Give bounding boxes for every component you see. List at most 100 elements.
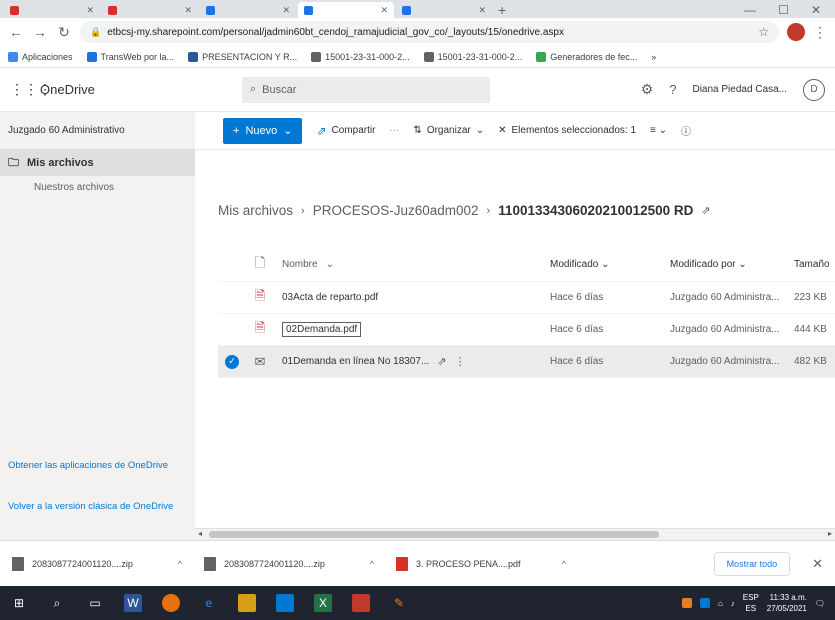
new-tab-icon[interactable]: + <box>498 2 506 18</box>
download-item[interactable]: 3. PROCESO PENA....pdf ^ <box>396 556 566 571</box>
browser-tab-active[interactable]: ✕ <box>298 2 394 18</box>
share-folder-icon[interactable]: ⇗ <box>701 204 710 217</box>
profile-avatar[interactable] <box>787 23 805 41</box>
language-indicator[interactable]: ESP ES <box>743 592 759 614</box>
bookmark-item[interactable]: 15001-23-31-000-2... <box>311 51 410 62</box>
close-window-icon[interactable]: ✕ <box>811 3 821 17</box>
breadcrumb-root[interactable]: Mis archivos <box>218 203 293 218</box>
tray-app-icon[interactable] <box>681 598 692 608</box>
back-icon[interactable]: ← <box>8 24 24 40</box>
browser-tab[interactable]: ✕ <box>102 2 198 18</box>
nav-item-my-files[interactable]: 🗀 Mis archivos <box>0 150 195 176</box>
search-input[interactable]: ⌕ Buscar <box>242 76 490 103</box>
app-launcher-icon[interactable]: ⋮⋮⋮ <box>10 81 52 98</box>
chrome-icon[interactable] <box>162 594 180 612</box>
file-name-cell[interactable]: 02Demanda.pdf <box>274 322 544 337</box>
view-options-icon[interactable]: ≡ ⌄ <box>650 125 667 136</box>
avatar[interactable]: D <box>803 78 825 101</box>
settings-gear-icon[interactable]: ⚙ <box>641 81 654 98</box>
file-name[interactable]: 01Demanda en línea No 18307... <box>282 356 429 367</box>
scroll-right-icon[interactable]: ▸ <box>828 529 832 538</box>
tab-close-icon[interactable]: ✕ <box>380 5 388 16</box>
get-apps-link[interactable]: Obtener las aplicaciones de OneDrive <box>8 459 188 472</box>
store-icon[interactable] <box>276 594 294 612</box>
tray-app-icon[interactable] <box>699 598 710 608</box>
close-downloads-icon[interactable]: ✕ <box>812 556 823 572</box>
bookmarks-overflow-icon[interactable]: » <box>651 52 656 62</box>
chevron-up-icon[interactable]: ^ <box>178 559 182 569</box>
task-view-icon[interactable]: ▭ <box>86 594 104 612</box>
plus-icon: + <box>233 124 240 137</box>
reload-icon[interactable]: ↻ <box>56 24 72 41</box>
bookmark-favicon-icon <box>86 51 97 62</box>
rename-input[interactable]: 02Demanda.pdf <box>282 322 362 337</box>
file-name-cell[interactable]: 01Demanda en línea No 18307... ⇗ ⋮ <box>274 355 544 368</box>
column-header-modified-by[interactable]: Modificado por ⌄ <box>664 259 788 270</box>
table-row-selected[interactable]: ✓ ✉ 01Demanda en línea No 18307... ⇗ ⋮ H… <box>218 346 835 378</box>
more-commands-icon[interactable]: ··· <box>389 125 399 136</box>
browser-tab[interactable]: ✕ <box>200 2 296 18</box>
clock[interactable]: 11:33 a.m. 27/05/2021 <box>767 592 807 614</box>
file-name[interactable]: 03Acta de reparto.pdf <box>282 292 378 303</box>
browser-menu-icon[interactable]: ⋮ <box>813 24 827 41</box>
file-name-cell[interactable]: 03Acta de reparto.pdf <box>274 292 544 303</box>
download-item[interactable]: 2083087724001120....zip ^ <box>204 556 374 571</box>
table-row[interactable]: 🗎 03Acta de reparto.pdf Hace 6 días Juzg… <box>218 282 835 314</box>
row-more-icon[interactable]: ⋮ <box>455 355 466 368</box>
help-icon[interactable]: ? <box>669 82 676 97</box>
scroll-left-icon[interactable]: ◂ <box>198 529 202 538</box>
search-icon[interactable]: ⌕ <box>48 594 66 612</box>
share-row-icon[interactable]: ⇗ <box>437 355 446 368</box>
notifications-icon[interactable]: 🗨 <box>815 599 825 608</box>
excel-icon[interactable]: X <box>314 594 332 612</box>
tab-close-icon[interactable]: ✕ <box>282 5 290 16</box>
edge-icon[interactable]: e <box>200 594 218 612</box>
download-item[interactable]: 2083087724001120....zip ^ <box>12 556 182 571</box>
breadcrumb-folder[interactable]: PROCESOS-Juz60adm002 <box>313 203 479 218</box>
volume-icon[interactable]: ♪ <box>731 599 735 608</box>
file-explorer-icon[interactable] <box>238 594 256 612</box>
word-taskbar-icon[interactable]: W <box>124 594 142 612</box>
column-header-size[interactable]: Tamaño <box>788 259 834 270</box>
app-icon[interactable] <box>352 594 370 612</box>
info-icon[interactable]: ⓘ <box>681 123 691 138</box>
user-name[interactable]: Diana Piedad Casa... <box>692 84 787 95</box>
horizontal-scrollbar[interactable]: ◂ ▸ <box>195 528 835 540</box>
bookmark-star-icon[interactable]: ☆ <box>758 25 769 39</box>
tab-close-icon[interactable]: ✕ <box>478 5 486 16</box>
clear-selection-button[interactable]: ✕ Elementos seleccionados: 1 <box>498 125 636 136</box>
browser-tab[interactable]: ✕ <box>4 2 100 18</box>
classic-version-link[interactable]: Volver a la versión clásica de OneDrive <box>8 500 188 513</box>
forward-icon[interactable]: → <box>32 24 48 40</box>
bookmark-item[interactable]: 15001-23-31-000-2... <box>423 51 522 62</box>
show-all-button[interactable]: Mostrar todo <box>713 551 791 576</box>
file-type-header-icon[interactable]: 🗋 <box>246 254 274 276</box>
chevron-down-icon: ⌄ <box>325 259 334 270</box>
bookmark-item[interactable]: PRESENTACION Y R... <box>188 51 297 62</box>
table-row[interactable]: 🗎 02Demanda.pdf Hace 6 días Juzgado 60 A… <box>218 314 835 346</box>
feather-app-icon[interactable]: ✎ <box>390 594 408 612</box>
tab-close-icon[interactable]: ✕ <box>86 5 94 16</box>
address-bar[interactable]: 🔒 etbcsj-my.sharepoint.com/personal/jadm… <box>80 21 779 43</box>
close-icon: ✕ <box>498 125 507 136</box>
chevron-up-icon[interactable]: ^ <box>370 559 374 569</box>
bookmark-item[interactable]: Aplicaciones <box>8 51 73 62</box>
nav-item-our-files[interactable]: Nuestros archivos <box>0 176 195 198</box>
bookmark-item[interactable]: TransWeb por la... <box>86 51 174 62</box>
chevron-up-icon[interactable]: ^ <box>562 559 566 569</box>
new-button[interactable]: + Nuevo ⌄ <box>223 117 303 144</box>
organize-button[interactable]: ⇅ Organizar ⌄ <box>413 125 484 136</box>
bookmark-item[interactable]: Generadores de fec... <box>536 51 637 62</box>
maximize-icon[interactable]: ☐ <box>778 3 789 17</box>
column-header-name[interactable]: Nombre ⌄ <box>274 259 544 270</box>
network-icon[interactable]: ⌂ <box>718 599 723 608</box>
tab-close-icon[interactable]: ✕ <box>184 5 192 16</box>
row-checkbox[interactable]: ✓ <box>218 354 246 369</box>
minimize-icon[interactable]: — <box>744 3 756 17</box>
share-button[interactable]: ⇗ Compartir <box>316 124 375 138</box>
column-header-modified[interactable]: Modificado ⌄ <box>544 259 664 270</box>
windows-start-icon[interactable]: ⊞ <box>10 594 28 612</box>
app-name[interactable]: OneDrive <box>40 82 170 97</box>
browser-tab[interactable]: ✕ <box>396 2 492 18</box>
scrollbar-thumb[interactable] <box>209 531 659 538</box>
